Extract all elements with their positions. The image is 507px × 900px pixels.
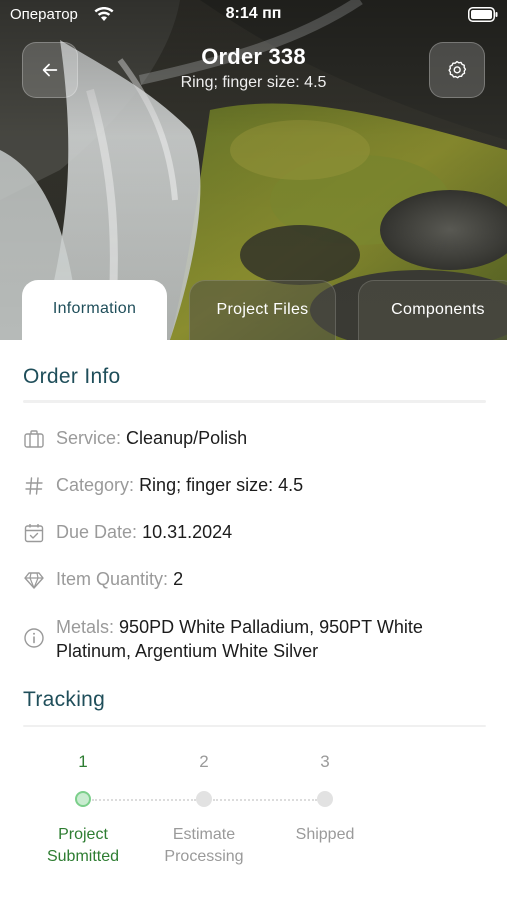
tracking-step-2: 2 xyxy=(144,752,264,772)
arrow-left-icon xyxy=(42,63,58,77)
briefcase-icon xyxy=(23,428,45,450)
info-row-item-quantity: Item Quantity: 2 xyxy=(23,567,493,591)
step-label-line2: Submitted xyxy=(46,848,120,865)
service-value: Cleanup/Polish xyxy=(126,428,248,448)
item-quantity-value: 2 xyxy=(173,569,184,589)
settings-button[interactable] xyxy=(429,42,485,98)
divider xyxy=(23,725,486,727)
tracking-step-3: 3 xyxy=(265,752,385,772)
metals-value-line2: Platinum, Argentium White Silver xyxy=(56,641,319,661)
tracking-step-2-label: Estimate Processing xyxy=(144,824,264,868)
hash-icon xyxy=(23,475,45,497)
status-bar: Оператор 8:14 пп xyxy=(0,0,507,30)
tab-bar: Information Project Files Components xyxy=(0,280,507,340)
header-title-block: Order 338 Ring; finger size: 4.5 xyxy=(100,44,407,92)
information-panel: Order Info Service: Cleanup/Polish Categ… xyxy=(0,340,507,900)
step-indicator xyxy=(196,791,212,807)
step-label-line1: Project xyxy=(58,826,108,843)
divider xyxy=(23,400,486,403)
tab-components[interactable]: Components xyxy=(358,280,507,340)
tracking-step-1: 1 xyxy=(23,752,143,772)
info-circle-icon xyxy=(23,627,45,649)
tracking-step-1-label: Project Submitted xyxy=(23,824,143,868)
info-row-service: Service: Cleanup/Polish xyxy=(23,426,493,450)
category-label: Category: xyxy=(56,475,135,495)
service-label: Service: xyxy=(56,428,122,448)
step-number: 3 xyxy=(320,752,330,771)
gear-icon xyxy=(448,60,467,79)
diamond-icon xyxy=(23,569,45,591)
step-indicator-active xyxy=(75,791,91,807)
step-indicator xyxy=(317,791,333,807)
step-label-line1: Shipped xyxy=(295,826,355,843)
page-subtitle: Ring; finger size: 4.5 xyxy=(180,74,327,91)
battery-icon xyxy=(468,7,498,22)
info-row-due-date: Due Date: 10.31.2024 xyxy=(23,520,493,544)
order-info-heading: Order Info xyxy=(23,365,121,388)
metals-label: Metals: xyxy=(56,617,115,637)
info-row-metals: Metals: 950PD White Palladium, 950PT Whi… xyxy=(23,615,493,663)
step-label-line2: Processing xyxy=(164,848,244,865)
tracking-heading: Tracking xyxy=(23,688,106,711)
metals-value: 950PD White Palladium, 950PT White xyxy=(119,617,423,637)
due-date-value: 10.31.2024 xyxy=(142,522,233,542)
tab-project-files[interactable]: Project Files xyxy=(189,280,336,340)
clock: 8:14 пп xyxy=(225,5,282,22)
step-connector xyxy=(213,799,317,801)
category-value: Ring; finger size: 4.5 xyxy=(139,475,304,495)
step-number: 1 xyxy=(78,752,88,771)
item-quantity-label: Item Quantity: xyxy=(56,569,169,589)
hero-header: Оператор 8:14 пп Order 338 Ring; finger … xyxy=(0,0,507,340)
calendar-check-icon xyxy=(23,522,45,544)
tracking-step-3-label: Shipped xyxy=(265,824,385,846)
step-connector xyxy=(92,799,196,801)
page-title: Order 338 xyxy=(201,44,306,69)
step-number: 2 xyxy=(199,752,209,771)
tab-information[interactable]: Information xyxy=(22,280,167,340)
back-button[interactable] xyxy=(22,42,78,98)
info-row-category: Category: Ring; finger size: 4.5 xyxy=(23,473,493,497)
step-label-line1: Estimate xyxy=(172,826,236,843)
due-date-label: Due Date: xyxy=(56,522,138,542)
